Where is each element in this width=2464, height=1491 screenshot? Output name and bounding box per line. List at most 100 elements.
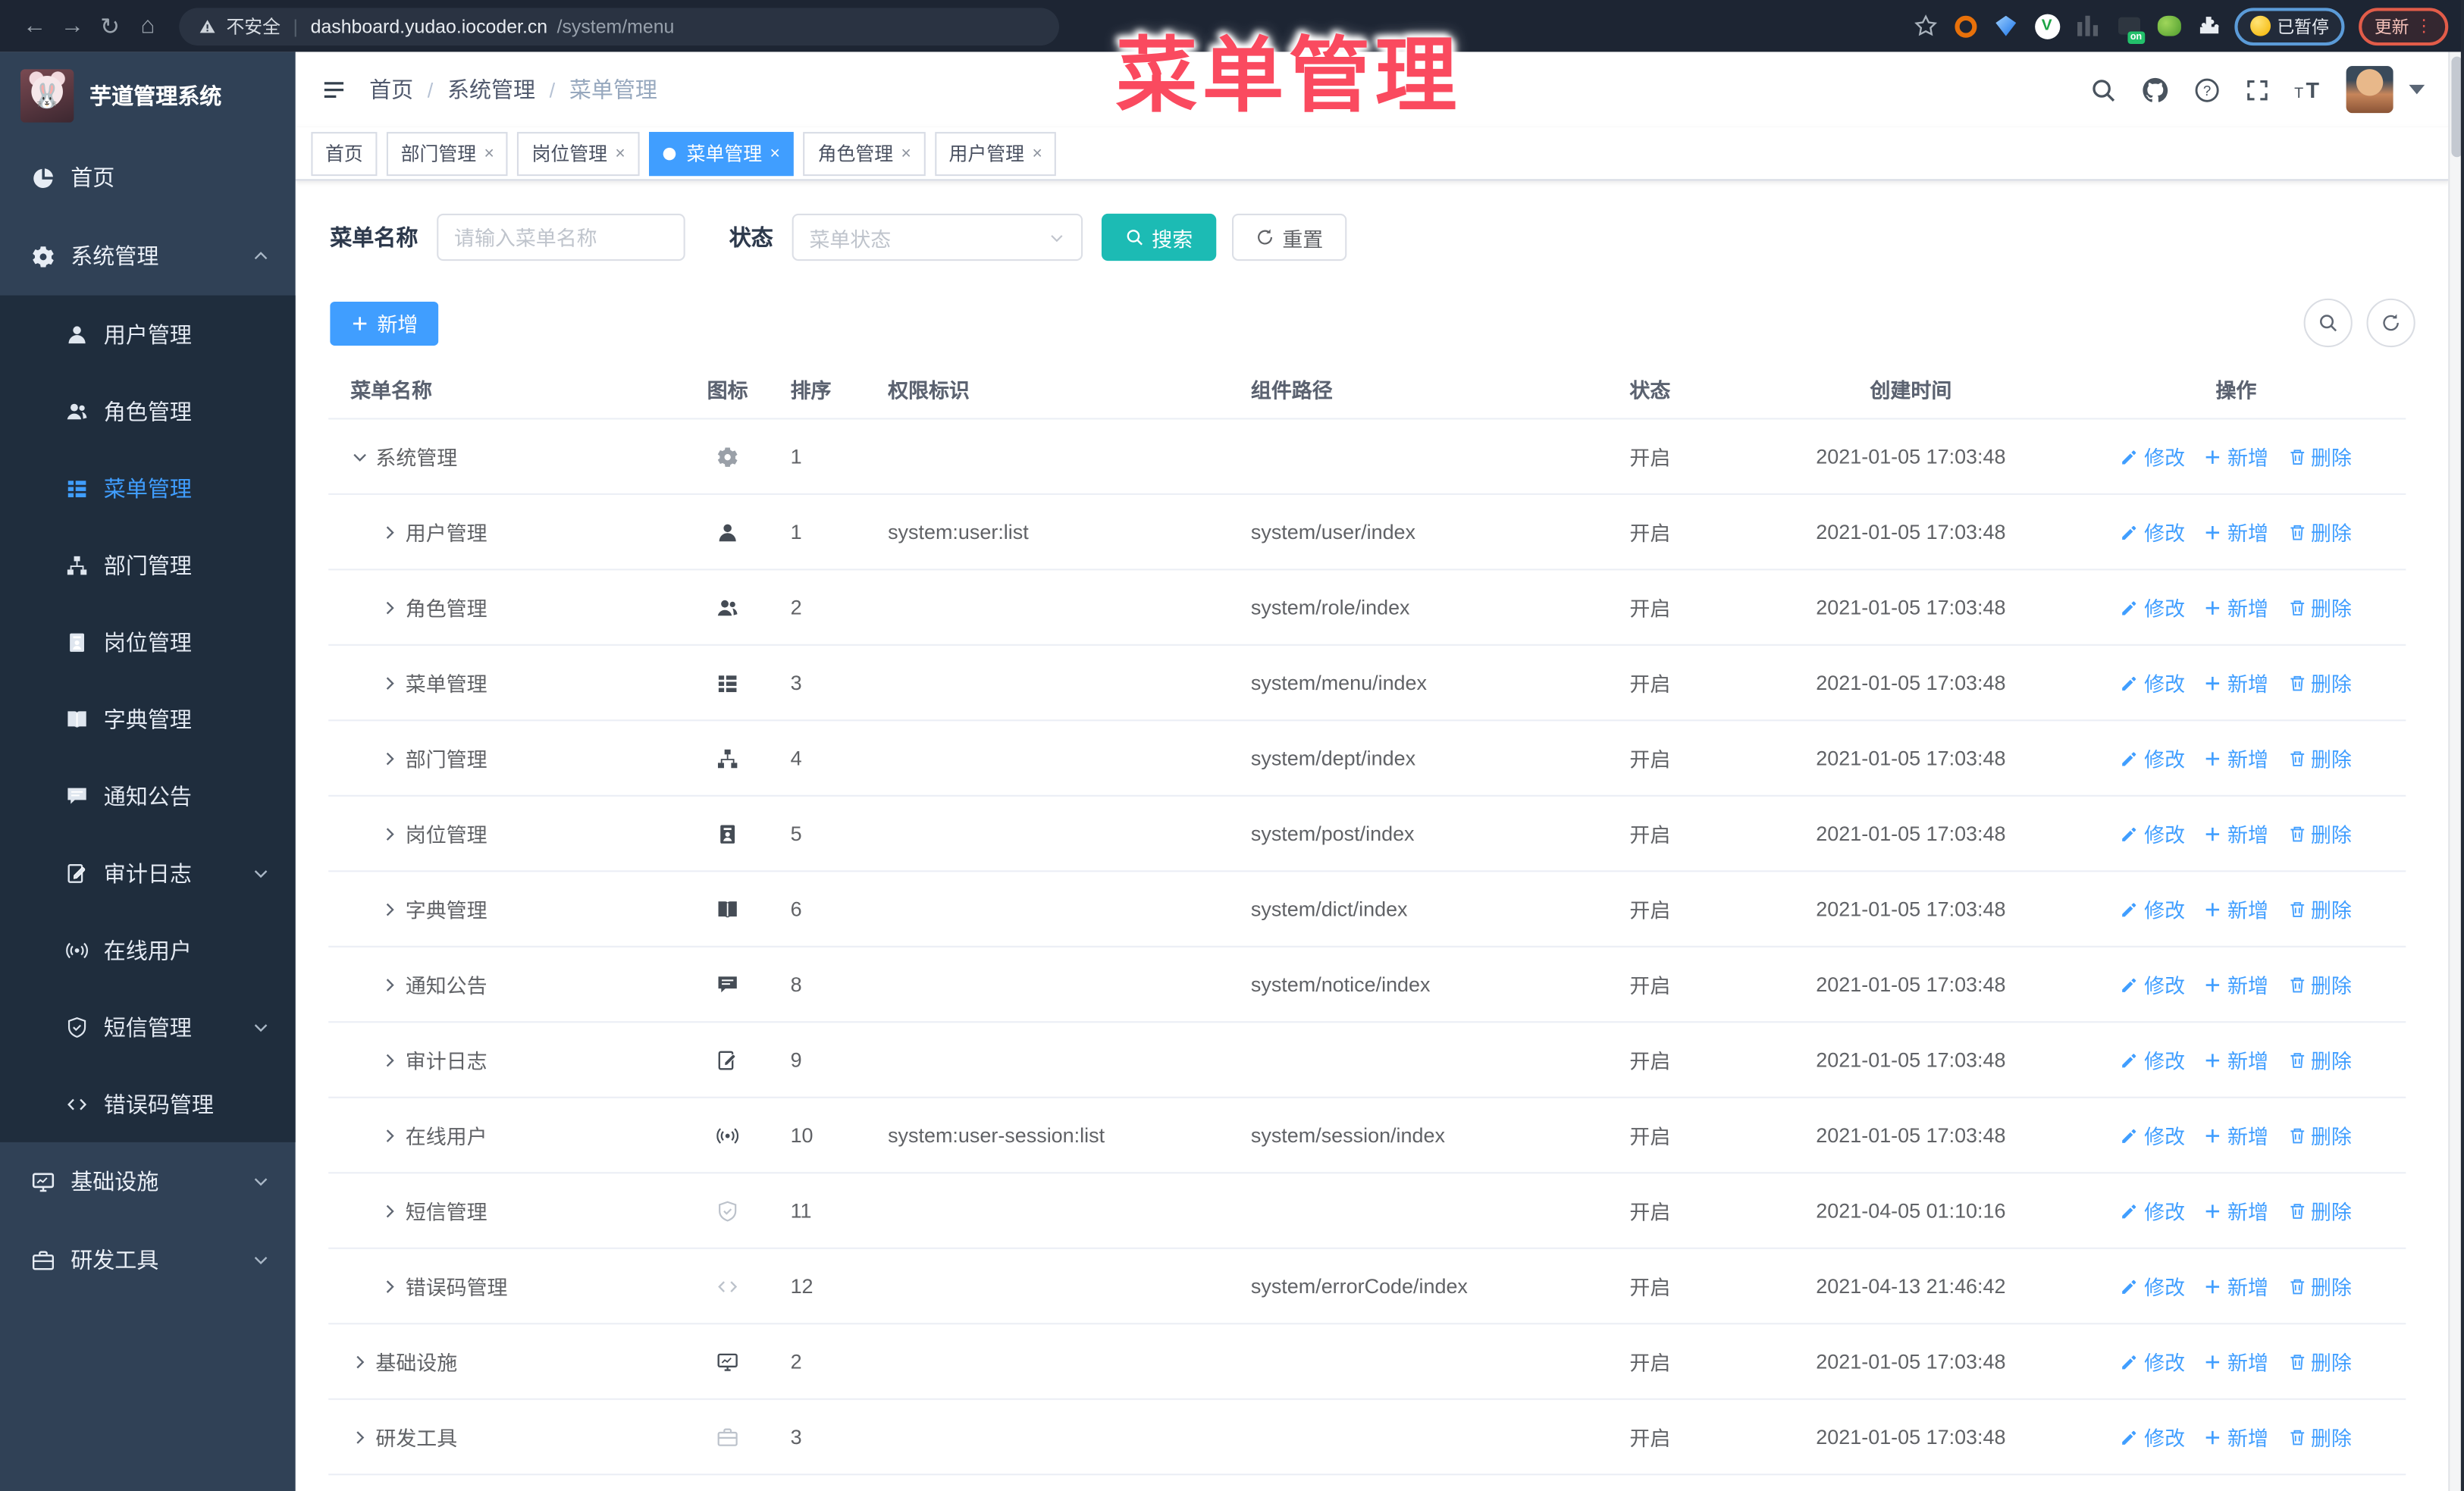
tree-expand-icon[interactable] (381, 1276, 400, 1295)
add-link[interactable]: 新增 (2204, 668, 2268, 697)
sidebar-item-系统管理[interactable]: 系统管理 (0, 217, 296, 296)
avatar-caret-down-icon[interactable] (2409, 84, 2425, 95)
tab-菜单管理[interactable]: 菜单管理 × (648, 131, 795, 176)
edit-link[interactable]: 修改 (2121, 894, 2185, 923)
extension-columns-icon[interactable] (2074, 13, 2101, 39)
add-link[interactable]: 新增 (2204, 1195, 2268, 1225)
sidebar-subitem-岗位管理[interactable]: 岗位管理 (0, 603, 296, 681)
user-avatar[interactable] (2346, 66, 2393, 114)
sidebar-subitem-用户管理[interactable]: 用户管理 (0, 296, 296, 373)
address-bar[interactable]: 不安全 | dashboard.yudao.iocoder.cn/system/… (179, 7, 1059, 45)
font-size-icon[interactable]: TT (2294, 77, 2321, 103)
tab-角色管理[interactable]: 角色管理 × (803, 131, 926, 176)
add-link[interactable]: 新增 (2204, 1120, 2268, 1150)
tree-collapse-icon[interactable] (350, 447, 369, 466)
sidebar-item-研发工具[interactable]: 研发工具 (0, 1220, 296, 1299)
reset-button[interactable]: 重置 (1232, 213, 1347, 262)
sidebar-subitem-错误码管理[interactable]: 错误码管理 (0, 1065, 296, 1142)
tab-首页[interactable]: 首页 (311, 131, 378, 176)
delete-link[interactable]: 删除 (2287, 1422, 2352, 1452)
tab-岗位管理[interactable]: 岗位管理 × (517, 131, 640, 176)
sidebar-item-基础设施[interactable]: 基础设施 (0, 1142, 296, 1221)
edit-link[interactable]: 修改 (2121, 1346, 2185, 1376)
tree-expand-icon[interactable] (381, 673, 400, 692)
sidebar-subitem-字典管理[interactable]: 字典管理 (0, 680, 296, 757)
sidebar-subitem-在线用户[interactable]: 在线用户 (0, 911, 296, 988)
back-icon[interactable]: ← (16, 7, 54, 45)
tree-expand-icon[interactable] (381, 975, 400, 994)
tree-expand-icon[interactable] (381, 900, 400, 919)
refresh-table-button[interactable] (2366, 298, 2415, 348)
app-logo-row[interactable]: 🐰 芋道管理系统 (0, 52, 296, 138)
add-link[interactable]: 新增 (2204, 517, 2268, 547)
edit-link[interactable]: 修改 (2121, 1195, 2185, 1225)
kebab-menu-icon[interactable]: ⋮ (2415, 16, 2433, 36)
add-link[interactable]: 新增 (2204, 1271, 2268, 1301)
status-select[interactable]: 菜单状态 (792, 213, 1083, 262)
edit-link[interactable]: 修改 (2121, 1045, 2185, 1074)
breadcrumb-item[interactable]: 系统管理 (447, 74, 535, 105)
edit-link[interactable]: 修改 (2121, 969, 2185, 999)
hamburger-icon[interactable] (321, 78, 347, 102)
delete-link[interactable]: 删除 (2287, 894, 2352, 923)
add-link[interactable]: 新增 (2204, 1346, 2268, 1376)
home-icon[interactable]: ⌂ (129, 7, 167, 45)
delete-link[interactable]: 删除 (2287, 1120, 2352, 1150)
add-link[interactable]: 新增 (2204, 1422, 2268, 1452)
breadcrumb-item[interactable]: 首页 (369, 74, 413, 105)
delete-link[interactable]: 删除 (2287, 1195, 2352, 1225)
edit-link[interactable]: 修改 (2121, 517, 2185, 547)
extension-frog-icon[interactable] (2156, 13, 2183, 39)
sidebar-subitem-短信管理[interactable]: 短信管理 (0, 988, 296, 1066)
tree-expand-icon[interactable] (350, 1427, 369, 1446)
add-button[interactable]: 新增 (330, 300, 439, 345)
add-link[interactable]: 新增 (2204, 441, 2268, 471)
tree-expand-icon[interactable] (381, 598, 400, 617)
sidebar-subitem-角色管理[interactable]: 角色管理 (0, 372, 296, 449)
delete-link[interactable]: 删除 (2287, 1346, 2352, 1376)
edit-link[interactable]: 修改 (2121, 441, 2185, 471)
add-link[interactable]: 新增 (2204, 819, 2268, 848)
extension-check-icon[interactable]: V (2033, 13, 2060, 39)
add-link[interactable]: 新增 (2204, 1045, 2268, 1074)
forward-icon[interactable]: → (53, 7, 91, 45)
tree-expand-icon[interactable] (381, 1126, 400, 1145)
tree-expand-icon[interactable] (381, 1201, 400, 1220)
edit-link[interactable]: 修改 (2121, 1120, 2185, 1150)
delete-link[interactable]: 删除 (2287, 517, 2352, 547)
extension-gem-icon[interactable] (1992, 13, 2019, 39)
extension-ring-icon[interactable] (1951, 13, 1978, 39)
delete-link[interactable]: 删除 (2287, 819, 2352, 848)
github-icon[interactable] (2142, 77, 2168, 103)
fullscreen-icon[interactable] (2246, 78, 2269, 102)
tab-close-icon[interactable]: × (484, 144, 494, 163)
tree-expand-icon[interactable] (381, 824, 400, 843)
delete-link[interactable]: 删除 (2287, 668, 2352, 697)
edit-link[interactable]: 修改 (2121, 1271, 2185, 1301)
tree-expand-icon[interactable] (381, 522, 400, 541)
delete-link[interactable]: 删除 (2287, 1045, 2352, 1074)
delete-link[interactable]: 删除 (2287, 969, 2352, 999)
tree-expand-icon[interactable] (381, 1051, 400, 1070)
edit-link[interactable]: 修改 (2121, 819, 2185, 848)
delete-link[interactable]: 删除 (2287, 592, 2352, 622)
tab-部门管理[interactable]: 部门管理 × (386, 131, 509, 176)
sidebar-subitem-通知公告[interactable]: 通知公告 (0, 757, 296, 835)
update-button[interactable]: 更新 ⋮ (2359, 7, 2449, 45)
sidebar-subitem-菜单管理[interactable]: 菜单管理 (0, 449, 296, 527)
tab-用户管理[interactable]: 用户管理 × (934, 131, 1057, 176)
tab-close-icon[interactable]: × (901, 144, 911, 163)
tree-expand-icon[interactable] (350, 1352, 369, 1371)
delete-link[interactable]: 删除 (2287, 441, 2352, 471)
extension-tag-on-icon[interactable]: on (2115, 13, 2146, 45)
tree-expand-icon[interactable] (381, 749, 400, 768)
tab-close-icon[interactable]: × (1032, 144, 1042, 163)
search-button[interactable]: 搜索 (1101, 213, 1217, 262)
add-link[interactable]: 新增 (2204, 894, 2268, 923)
reload-icon[interactable]: ↻ (91, 7, 129, 45)
edit-link[interactable]: 修改 (2121, 592, 2185, 622)
delete-link[interactable]: 删除 (2287, 743, 2352, 772)
edit-link[interactable]: 修改 (2121, 668, 2185, 697)
search-icon[interactable] (2090, 77, 2117, 103)
sidebar-subitem-审计日志[interactable]: 审计日志 (0, 835, 296, 912)
